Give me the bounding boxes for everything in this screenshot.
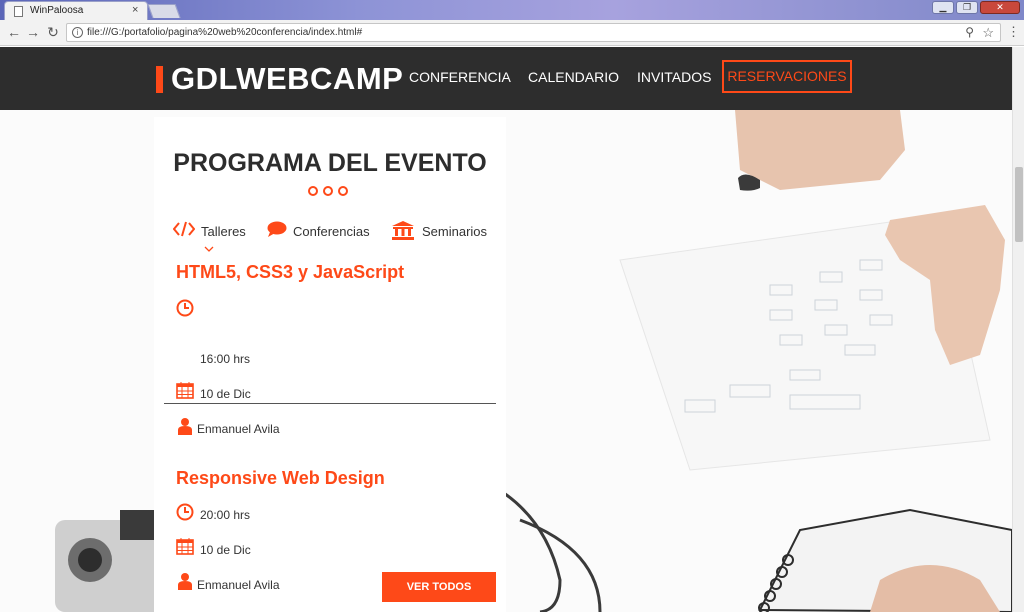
tab-title: WinPaloosa <box>30 5 84 16</box>
program-card: PROGRAMA DEL EVENTO Talleres Conferencia… <box>154 117 506 612</box>
browser-menu-icon[interactable]: ⋮ <box>1007 24 1020 40</box>
new-tab-button[interactable] <box>147 4 181 18</box>
event-date: 10 de Dic <box>200 543 251 557</box>
desk-photo-illustration <box>55 110 1012 612</box>
info-icon[interactable]: i <box>72 27 83 38</box>
event-divider <box>164 403 496 404</box>
nav-reservaciones-button[interactable]: RESERVACIONES <box>722 60 852 93</box>
event-title[interactable]: HTML5, CSS3 y JavaScript <box>176 262 404 283</box>
circle-icon <box>338 186 348 196</box>
user-icon <box>178 573 192 590</box>
site-logo[interactable]: GDLWEBCAMP <box>171 61 403 97</box>
event-speaker: Enmanuel Avila <box>197 578 280 592</box>
tab-close-button[interactable]: × <box>132 4 138 16</box>
event-title[interactable]: Responsive Web Design <box>176 468 385 489</box>
page-scrollbar[interactable] <box>1012 47 1024 612</box>
code-icon[interactable] <box>173 221 195 237</box>
section-title: PROGRAMA DEL EVENTO <box>173 149 487 177</box>
address-bar[interactable]: i file:///G:/portafolio/pagina%20web%20c… <box>66 23 1001 42</box>
decorative-dots <box>308 186 348 196</box>
search-icon[interactable]: ⚲ <box>965 25 974 39</box>
page-viewport: GDLWEBCAMP CONFERENCIA CALENDARIO INVITA… <box>0 47 1012 612</box>
calendar-icon <box>176 382 194 399</box>
speech-bubble-icon[interactable] <box>267 221 287 238</box>
url-text[interactable]: file:///G:/portafolio/pagina%20web%20con… <box>87 27 362 38</box>
circle-icon <box>308 186 318 196</box>
back-arrow-icon[interactable]: ← <box>6 24 22 40</box>
scrollbar-thumb[interactable] <box>1015 167 1023 242</box>
view-all-button[interactable]: VER TODOS <box>382 572 496 602</box>
institution-icon[interactable] <box>392 221 414 240</box>
site-header: GDLWEBCAMP CONFERENCIA CALENDARIO INVITA… <box>0 47 1012 110</box>
nav-conferencia[interactable]: CONFERENCIA <box>409 69 511 85</box>
page-icon <box>14 6 23 17</box>
event-date: 10 de Dic <box>200 387 251 401</box>
bookmark-star-icon[interactable]: ☆ <box>982 25 994 41</box>
browser-title-bar: WinPaloosa × ▁ ❐ ✕ <box>0 0 1024 20</box>
tab-talleres[interactable]: Talleres <box>201 224 246 239</box>
tab-conferencias[interactable]: Conferencias <box>293 224 370 239</box>
background-photo <box>0 110 1012 612</box>
event-time: 16:00 hrs <box>200 352 251 366</box>
logo-accent-bar <box>156 66 163 93</box>
event-speaker: Enmanuel Avila <box>197 422 280 436</box>
calendar-icon <box>176 538 194 555</box>
browser-tab[interactable]: WinPaloosa × <box>4 1 148 20</box>
window-controls: ▁ ❐ ✕ <box>932 1 1020 14</box>
clock-icon <box>176 503 194 521</box>
forward-arrow-icon[interactable]: → <box>25 24 41 40</box>
user-icon <box>178 418 192 435</box>
chevron-down-icon <box>204 246 214 252</box>
nav-invitados[interactable]: INVITADOS <box>637 69 711 85</box>
minimize-button[interactable]: ▁ <box>932 1 954 14</box>
tab-seminarios[interactable]: Seminarios <box>422 224 487 239</box>
reload-icon[interactable]: ↻ <box>45 24 61 40</box>
nav-calendario[interactable]: CALENDARIO <box>528 69 619 85</box>
clock-icon <box>176 299 194 317</box>
maximize-button[interactable]: ❐ <box>956 1 978 14</box>
browser-toolbar: ← → ↻ i file:///G:/portafolio/pagina%20w… <box>0 20 1024 46</box>
circle-icon <box>323 186 333 196</box>
event-time: 20:00 hrs <box>200 508 251 522</box>
close-window-button[interactable]: ✕ <box>980 1 1020 14</box>
